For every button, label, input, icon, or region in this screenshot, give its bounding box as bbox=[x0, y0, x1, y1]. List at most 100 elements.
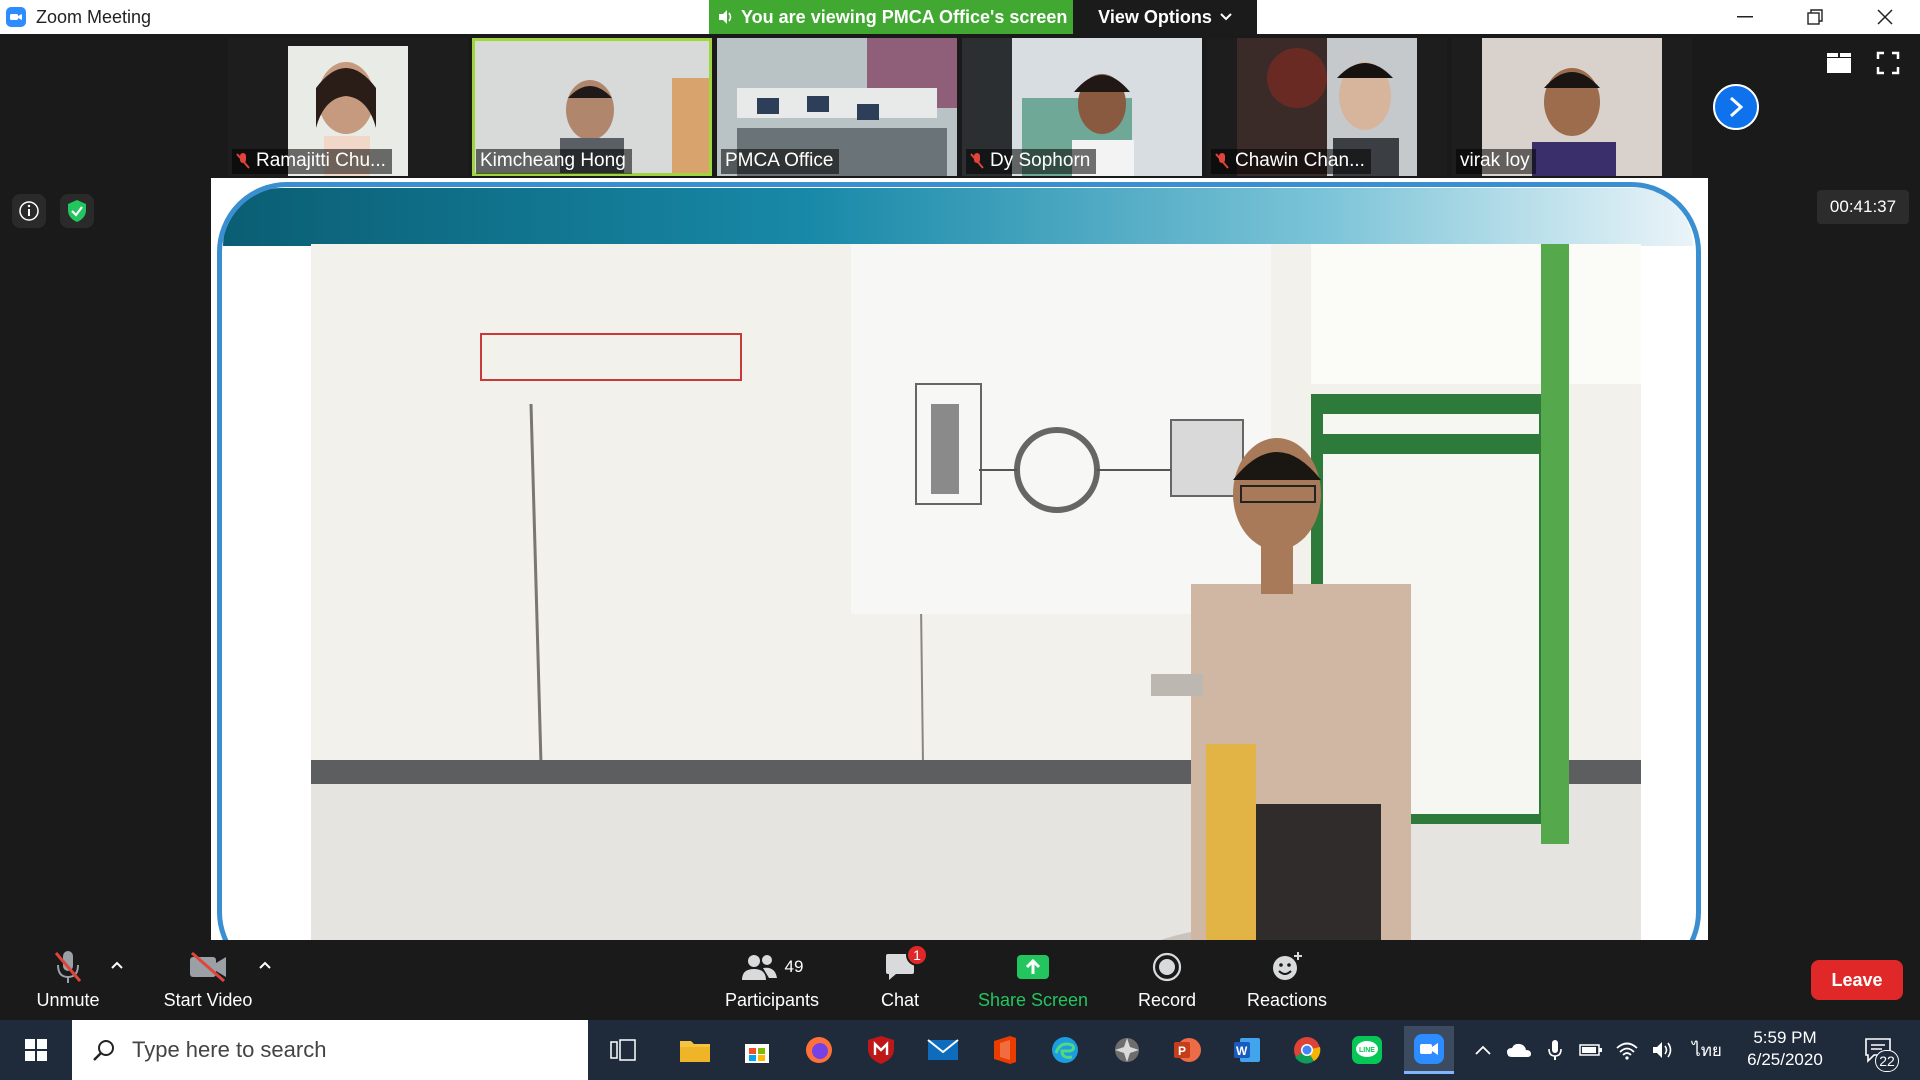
chat-unread-badge: 1 bbox=[906, 944, 928, 966]
chrome-app[interactable] bbox=[1282, 1026, 1332, 1074]
chevron-down-icon bbox=[1220, 13, 1232, 21]
store-app[interactable] bbox=[732, 1026, 782, 1074]
office-app[interactable] bbox=[980, 1026, 1030, 1074]
photoscape-icon bbox=[1115, 1038, 1139, 1062]
participant-tile[interactable]: Dy Sophorn bbox=[962, 38, 1202, 176]
firefox-app[interactable] bbox=[794, 1026, 844, 1074]
photoscape-app[interactable] bbox=[1102, 1026, 1152, 1074]
participant-tile[interactable]: virak loy bbox=[1452, 38, 1692, 176]
participants-button[interactable]: 49 Participants bbox=[722, 948, 822, 1014]
office-icon bbox=[994, 1036, 1016, 1064]
search-placeholder: Type here to search bbox=[132, 1037, 327, 1062]
reactions-button[interactable]: Reactions bbox=[1246, 948, 1328, 1014]
close-button[interactable] bbox=[1850, 0, 1920, 34]
meeting-toolbar: Unmute Start Video 49 Participants 1 Cha… bbox=[0, 940, 1920, 1020]
volume-icon bbox=[1653, 1042, 1672, 1058]
notification-count: 22 bbox=[1875, 1050, 1899, 1072]
encryption-button[interactable] bbox=[60, 194, 94, 228]
start-video-button[interactable]: Start Video bbox=[158, 948, 258, 1014]
zoom-icon bbox=[1414, 1033, 1444, 1064]
video-off-icon bbox=[188, 948, 228, 986]
show-hidden-icons-button[interactable] bbox=[1470, 1037, 1496, 1063]
chat-icon: 1 bbox=[884, 944, 928, 986]
participant-name-tag: Dy Sophorn bbox=[966, 149, 1097, 174]
video-options-caret[interactable] bbox=[256, 958, 274, 972]
chevron-right-icon bbox=[1729, 96, 1744, 118]
record-button[interactable]: Record bbox=[1137, 948, 1197, 1014]
antivirus-app[interactable] bbox=[856, 1026, 906, 1074]
edge-icon bbox=[1052, 1037, 1078, 1063]
participant-tile[interactable]: PMCA Office bbox=[717, 38, 957, 176]
participant-name-tag: PMCA Office bbox=[721, 149, 840, 174]
input-language-indicator[interactable]: ไทย bbox=[1690, 1037, 1724, 1063]
battery-tray[interactable] bbox=[1578, 1037, 1604, 1063]
microphone-icon bbox=[1548, 1040, 1562, 1060]
word-icon: W bbox=[1234, 1038, 1260, 1062]
mic-muted-icon bbox=[52, 948, 84, 986]
file-explorer-app[interactable] bbox=[670, 1026, 720, 1074]
view-options-label: View Options bbox=[1098, 6, 1212, 27]
info-icon bbox=[19, 201, 39, 221]
unmute-button[interactable]: Unmute bbox=[28, 948, 108, 1014]
participant-name-tag: Chawin Chan... bbox=[1211, 149, 1371, 174]
svg-text:P: P bbox=[1178, 1044, 1186, 1058]
line-icon: LINE bbox=[1352, 1036, 1382, 1064]
zoom-app[interactable] bbox=[1404, 1026, 1454, 1074]
speaker-icon bbox=[717, 8, 735, 26]
zoom-app-icon bbox=[6, 7, 26, 27]
chevron-up-icon bbox=[1475, 1045, 1491, 1055]
mic-muted-icon bbox=[236, 152, 250, 170]
layout-icon bbox=[1827, 53, 1851, 73]
chevron-up-icon bbox=[259, 961, 271, 969]
shared-screen bbox=[211, 178, 1708, 940]
firefox-icon bbox=[806, 1037, 832, 1063]
classroom-scene bbox=[311, 244, 1641, 940]
meeting-timer: 00:41:37 bbox=[1817, 190, 1909, 224]
powerpoint-app[interactable]: P bbox=[1162, 1026, 1212, 1074]
mail-app[interactable] bbox=[918, 1026, 968, 1074]
share-screen-icon bbox=[1016, 948, 1050, 986]
view-options-button[interactable]: View Options bbox=[1073, 0, 1257, 34]
line-app[interactable]: LINE bbox=[1342, 1026, 1392, 1074]
minimize-button[interactable] bbox=[1710, 0, 1780, 34]
close-icon bbox=[1877, 9, 1893, 25]
wifi-tray[interactable] bbox=[1614, 1037, 1640, 1063]
task-view-icon bbox=[610, 1039, 636, 1061]
next-page-button[interactable] bbox=[1713, 84, 1759, 130]
audio-options-caret[interactable] bbox=[108, 958, 126, 972]
participant-tile[interactable]: Ramajitti Chu... bbox=[228, 38, 468, 176]
minimize-icon bbox=[1737, 16, 1753, 18]
task-view-button[interactable] bbox=[598, 1026, 648, 1074]
restore-button[interactable] bbox=[1780, 0, 1850, 34]
fullscreen-icon bbox=[1876, 51, 1900, 75]
mic-muted-icon bbox=[1215, 152, 1229, 170]
smile-plus-icon bbox=[1270, 948, 1304, 986]
shield-m-icon bbox=[868, 1036, 894, 1064]
edge-app[interactable] bbox=[1040, 1026, 1090, 1074]
word-app[interactable]: W bbox=[1222, 1026, 1272, 1074]
fullscreen-button[interactable] bbox=[1874, 50, 1902, 76]
share-screen-button[interactable]: Share Screen bbox=[978, 948, 1088, 1014]
participant-name-tag: Ramajitti Chu... bbox=[232, 149, 392, 174]
participant-name-tag: Kimcheang Hong bbox=[476, 149, 632, 174]
onedrive-tray[interactable] bbox=[1506, 1037, 1532, 1063]
shared-video-content bbox=[311, 244, 1641, 940]
taskbar-clock[interactable]: 5:59 PM 6/25/2020 bbox=[1735, 1027, 1835, 1071]
participant-tile-active[interactable]: Kimcheang Hong bbox=[472, 38, 712, 176]
mic-tray[interactable] bbox=[1542, 1037, 1568, 1063]
svg-text:LINE: LINE bbox=[1359, 1047, 1375, 1054]
mail-icon bbox=[927, 1039, 959, 1060]
folder-icon bbox=[680, 1041, 710, 1062]
windows-taskbar: Type here to search P W LINE ไทย 5:59 PM… bbox=[0, 1020, 1920, 1080]
speaker-view-toggle[interactable] bbox=[1825, 50, 1853, 76]
participants-icon: 49 bbox=[741, 948, 803, 986]
start-button[interactable] bbox=[0, 1020, 72, 1080]
cloud-icon bbox=[1507, 1043, 1531, 1057]
participant-tile[interactable]: Chawin Chan... bbox=[1207, 38, 1447, 176]
chat-button[interactable]: 1 Chat bbox=[872, 944, 928, 1014]
window-title: Zoom Meeting bbox=[36, 6, 152, 27]
meeting-info-button[interactable] bbox=[12, 194, 46, 228]
volume-tray[interactable] bbox=[1650, 1037, 1676, 1063]
leave-button[interactable]: Leave bbox=[1811, 960, 1903, 1000]
taskbar-search-box[interactable]: Type here to search bbox=[72, 1020, 588, 1080]
